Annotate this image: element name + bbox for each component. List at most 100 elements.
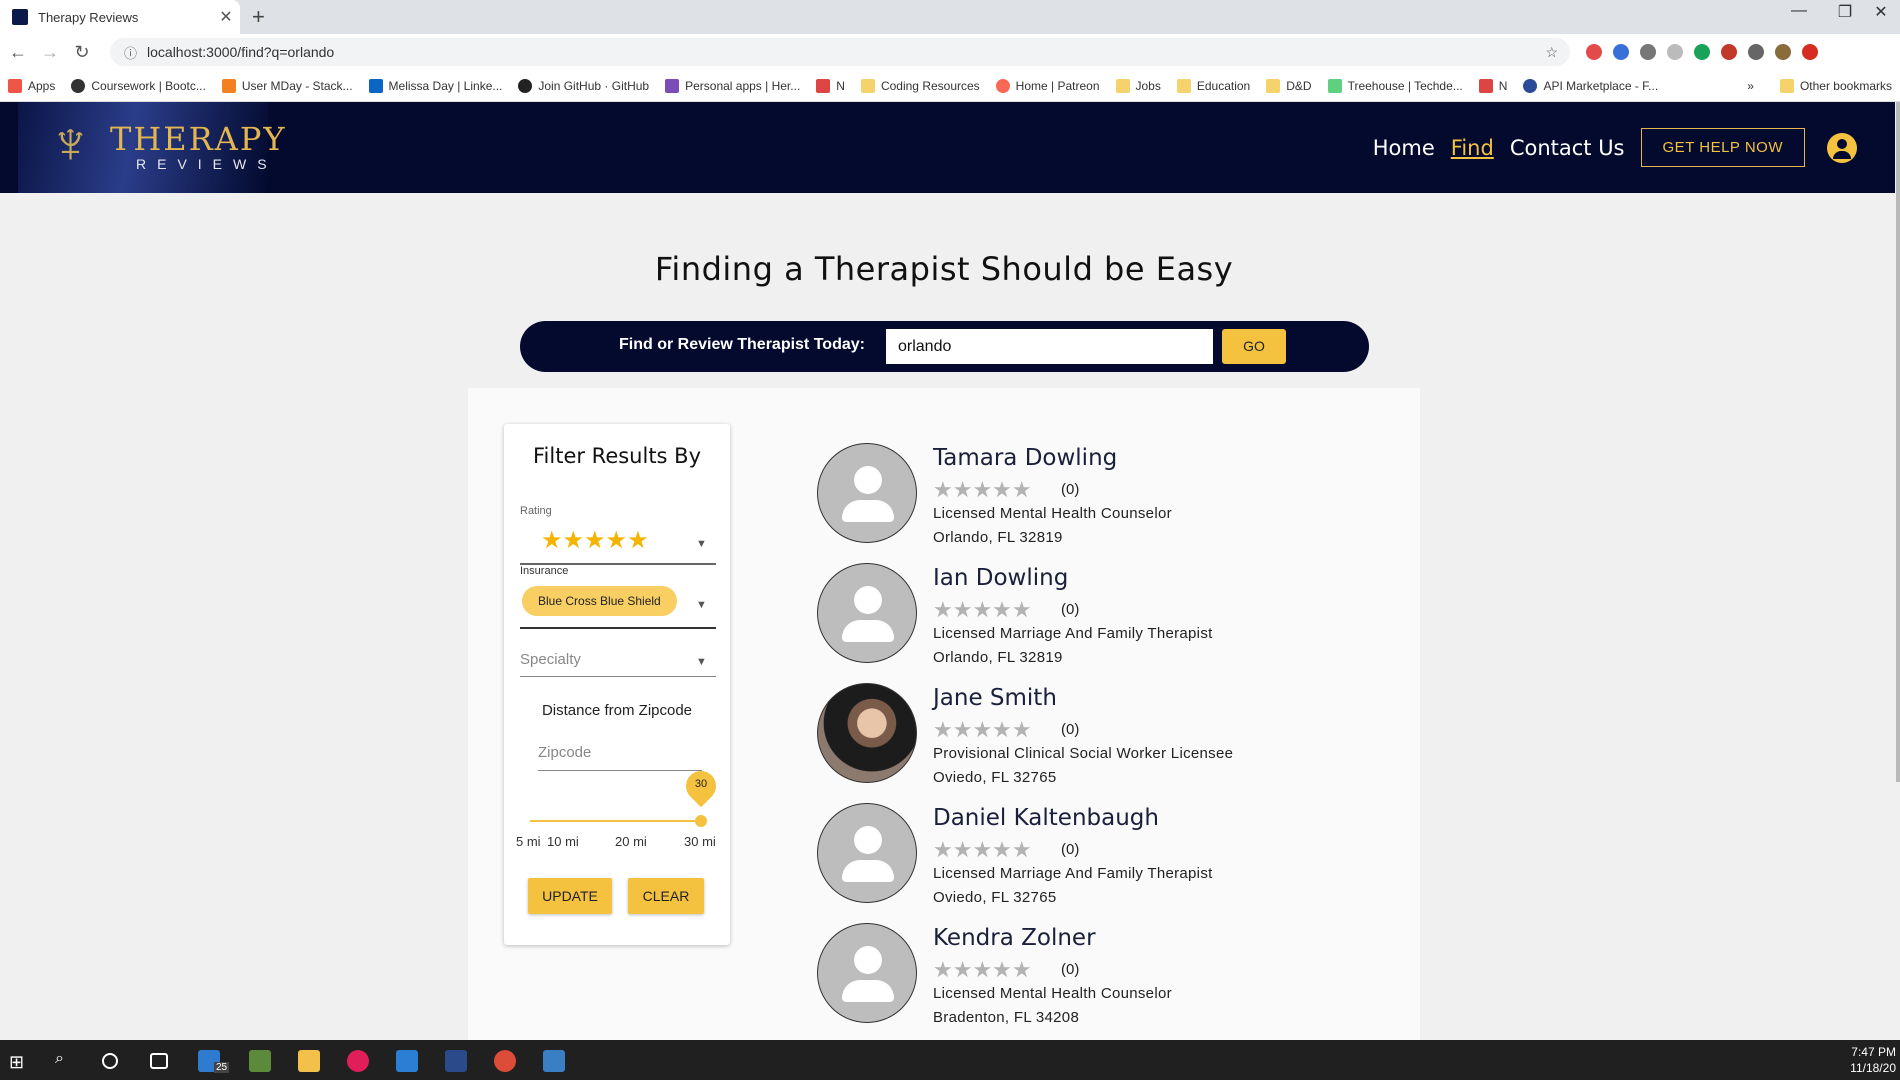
apps-grid-icon [8,78,22,93]
reload-icon[interactable]: ↻ [68,42,96,63]
bookmark-item[interactable]: Join GitHub · GitHub [518,78,649,93]
page-title: Finding a Therapist Should be Easy [654,250,1234,288]
puzzle-extensions-icon[interactable] [1748,44,1764,60]
bookmark-folder[interactable]: Education [1176,78,1250,93]
bookmark-item[interactable]: API Marketplace - F... [1523,78,1658,93]
bookmark-item[interactable]: Personal apps | Her... [665,78,800,93]
extension-icon[interactable] [1694,44,1710,60]
stackoverflow-icon [221,78,236,93]
linkedin-icon [368,78,383,93]
slack-icon[interactable] [347,1050,369,1072]
site-logo[interactable]: ♆ THERAPY REVIEWS [18,102,284,193]
browser-tab[interactable]: Therapy Reviews ✕ [0,0,240,34]
nav-contact[interactable]: Contact Us [1510,136,1625,160]
folder-icon [860,78,875,93]
extension-icon[interactable] [1667,44,1683,60]
therapist-name[interactable]: Kendra Zolner [933,925,1096,951]
get-help-now-button[interactable]: GET HELP NOW [1640,128,1805,167]
therapist-name[interactable]: Daniel Kaltenbaugh [933,805,1159,831]
logo-subtitle: REVIEWS [136,156,278,172]
windows-start-icon[interactable]: ⊞ [9,1052,24,1073]
task-view-icon[interactable] [150,1053,168,1069]
github-icon [518,78,533,93]
new-tab-button[interactable]: + [252,4,265,30]
profile-avatar[interactable] [1775,44,1791,60]
file-explorer-icon[interactable] [298,1050,320,1072]
nav-find[interactable]: Find [1451,136,1494,160]
browser-toolbar: ← → ↻ ⓘ localhost:3000/find?q=orlando ☆ [0,34,1900,70]
zipcode-input[interactable]: Zipcode [538,744,591,761]
forward-arrow-icon[interactable]: → [36,42,64,63]
bookmark-item[interactable]: Coursework | Bootc... [71,78,206,93]
bookmark-folder[interactable]: Coding Resources [860,78,980,93]
chrome-icon[interactable] [494,1050,516,1072]
distance-slider-track[interactable] [530,820,704,822]
address-bar[interactable]: ⓘ localhost:3000/find?q=orlando ☆ [110,38,1570,66]
bookmark-folder[interactable]: D&D [1266,78,1312,93]
patreon-icon [995,78,1010,93]
terminal-icon[interactable] [445,1050,467,1072]
therapist-name[interactable]: Jane Smith [933,685,1057,711]
close-window-button[interactable]: ✕ [1858,2,1900,22]
therapist-card[interactable]: Tamara Dowling ★★★★★ (0) Licensed Mental… [817,443,1317,546]
bookmark-item[interactable]: N [816,78,845,93]
extension-icon[interactable] [1802,44,1818,60]
bookmark-apps[interactable]: Apps [8,78,55,93]
extension-icon[interactable] [1613,44,1629,60]
insurance-chip[interactable]: Blue Cross Blue Shield [522,586,677,616]
photos-icon[interactable] [543,1050,565,1072]
rating-count: (0) [1061,601,1080,618]
go-button[interactable]: GO [1222,329,1286,364]
browser-tab-strip: Therapy Reviews ✕ + — ❐ ✕ [0,0,1900,34]
therapist-name[interactable]: Tamara Dowling [933,445,1117,471]
bookmark-item[interactable]: N [1478,78,1507,93]
main-nav: Home Find Contact Us GET HELP NOW [1357,102,1895,193]
back-arrow-icon[interactable]: ← [4,42,32,63]
clock-date: 11/18/20 [1850,1061,1896,1075]
rating-count: (0) [1061,961,1080,978]
extension-icon[interactable] [1586,44,1602,60]
default-avatar-icon [817,923,917,1023]
therapist-card[interactable]: Kendra Zolner ★★★★★ (0) Licensed Mental … [817,923,1317,1026]
clear-button[interactable]: CLEAR [628,878,704,914]
vscode-icon[interactable] [396,1050,418,1072]
account-circle-icon[interactable] [1827,132,1857,163]
extension-icon[interactable] [1721,44,1737,60]
bookmark-item[interactable]: User MDay - Stack... [221,78,353,93]
search-icon[interactable]: ⌕ [55,1050,77,1072]
close-tab-icon[interactable]: ✕ [212,7,240,27]
rating-count: (0) [1061,481,1080,498]
bookmark-star-icon[interactable]: ☆ [1545,44,1558,61]
site-favicon-icon [12,9,28,25]
bookmark-folder[interactable]: Jobs [1115,78,1161,93]
system-clock[interactable]: 7:47 PM 11/18/20 [1850,1044,1896,1076]
nav-home[interactable]: Home [1373,136,1435,160]
bookmark-item[interactable]: Treehouse | Techde... [1327,78,1463,93]
other-bookmarks[interactable]: Other bookmarks [1800,79,1892,93]
site-info-icon[interactable]: ⓘ [124,43,137,62]
rating-stars: ★★★★★ [933,477,1032,502]
cortana-icon[interactable] [102,1053,118,1069]
therapist-name[interactable]: Ian Dowling [933,565,1068,591]
default-avatar-icon [817,803,917,903]
therapist-card[interactable]: Daniel Kaltenbaugh ★★★★★ (0) Licensed Ma… [817,803,1317,906]
therapist-card[interactable]: Ian Dowling ★★★★★ (0) Licensed Marriage … [817,563,1317,666]
bookmark-item[interactable]: Melissa Day | Linke... [368,78,502,93]
search-input[interactable] [886,329,1213,364]
filter-title: Filter Results By [532,444,702,468]
therapist-location: Bradenton, FL 34208 [933,1009,1080,1026]
site-icon [816,78,831,93]
heroku-icon [665,78,680,93]
update-button[interactable]: UPDATE [528,878,612,914]
rating-stars: ★★★★★ [933,597,1032,622]
minimize-window-button[interactable]: — [1776,2,1822,20]
therapist-card[interactable]: Jane Smith ★★★★★ (0) Provisional Clinica… [817,683,1317,786]
scrollbar-thumb[interactable] [1896,102,1900,782]
therapist-title: Licensed Marriage And Family Therapist [933,625,1213,642]
app-icon[interactable] [249,1050,271,1072]
bookmark-item[interactable]: Home | Patreon [995,78,1100,93]
distance-slider-thumb[interactable] [695,815,707,827]
extension-icon[interactable] [1640,44,1656,60]
more-bookmarks-chevron-icon[interactable]: » [1747,79,1754,93]
folder-icon [1266,78,1281,93]
